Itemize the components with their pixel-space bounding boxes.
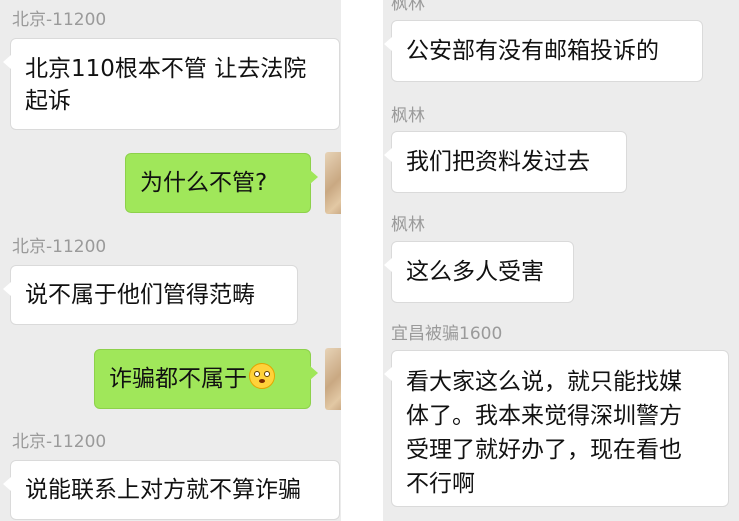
message-bubble-sent[interactable]: 诈骗都不属于 [94,349,318,409]
message-text: 为什么不管? [140,170,268,196]
message-text: 说能联系上对方就不算诈骗 [25,477,301,503]
message-text: 北京110根本不管 让去法院 起诉 [25,56,307,114]
sender-name: 枫林 [391,215,425,235]
sender-name: 北京-11200 [12,10,107,30]
message-bubble[interactable]: 公安部有没有邮箱投诉的 [384,20,703,82]
message-bubble[interactable]: 北京110根本不管 让去法院 起诉 [3,38,340,130]
message-text: 诈骗都不属于 [109,366,247,392]
message-bubble[interactable]: 我们把资料发过去 [384,131,627,193]
avatar[interactable] [325,348,341,410]
sender-name: 枫林 [391,0,425,14]
sender-name: 北京-11200 [12,432,107,452]
message-text: 说不属于他们管得范畴 [25,282,255,308]
avatar[interactable] [325,152,341,214]
sender-name: 北京-11200 [12,237,107,257]
message-bubble[interactable]: 说不属于他们管得范畴 [3,265,298,325]
sender-name: 枫林 [391,106,425,126]
message-text: 看大家这么说，就只能找媒 体了。我本来觉得深圳警方 受理了就好办了，现在看也 不… [406,369,682,497]
message-text: 这么多人受害 [406,259,544,285]
message-bubble[interactable]: 看大家这么说，就只能找媒 体了。我本来觉得深圳警方 受理了就好办了，现在看也 不… [384,350,729,507]
right-chat-panel: 枫林 公安部有没有邮箱投诉的 枫林 我们把资料发过去 枫林 这么多人受害 宜昌被… [383,0,739,521]
left-chat-panel: 北京-11200 北京110根本不管 让去法院 起诉 为什么不管? 北京-112… [0,0,341,521]
shocked-face-emoji [249,363,275,389]
message-bubble-sent[interactable]: 为什么不管? [125,153,318,213]
message-bubble[interactable]: 这么多人受害 [384,241,574,303]
message-bubble[interactable]: 说能联系上对方就不算诈骗 [3,460,340,520]
sender-name: 宜昌被骗1600 [391,324,503,344]
message-text: 公安部有没有邮箱投诉的 [406,38,659,64]
message-text: 我们把资料发过去 [406,149,590,175]
